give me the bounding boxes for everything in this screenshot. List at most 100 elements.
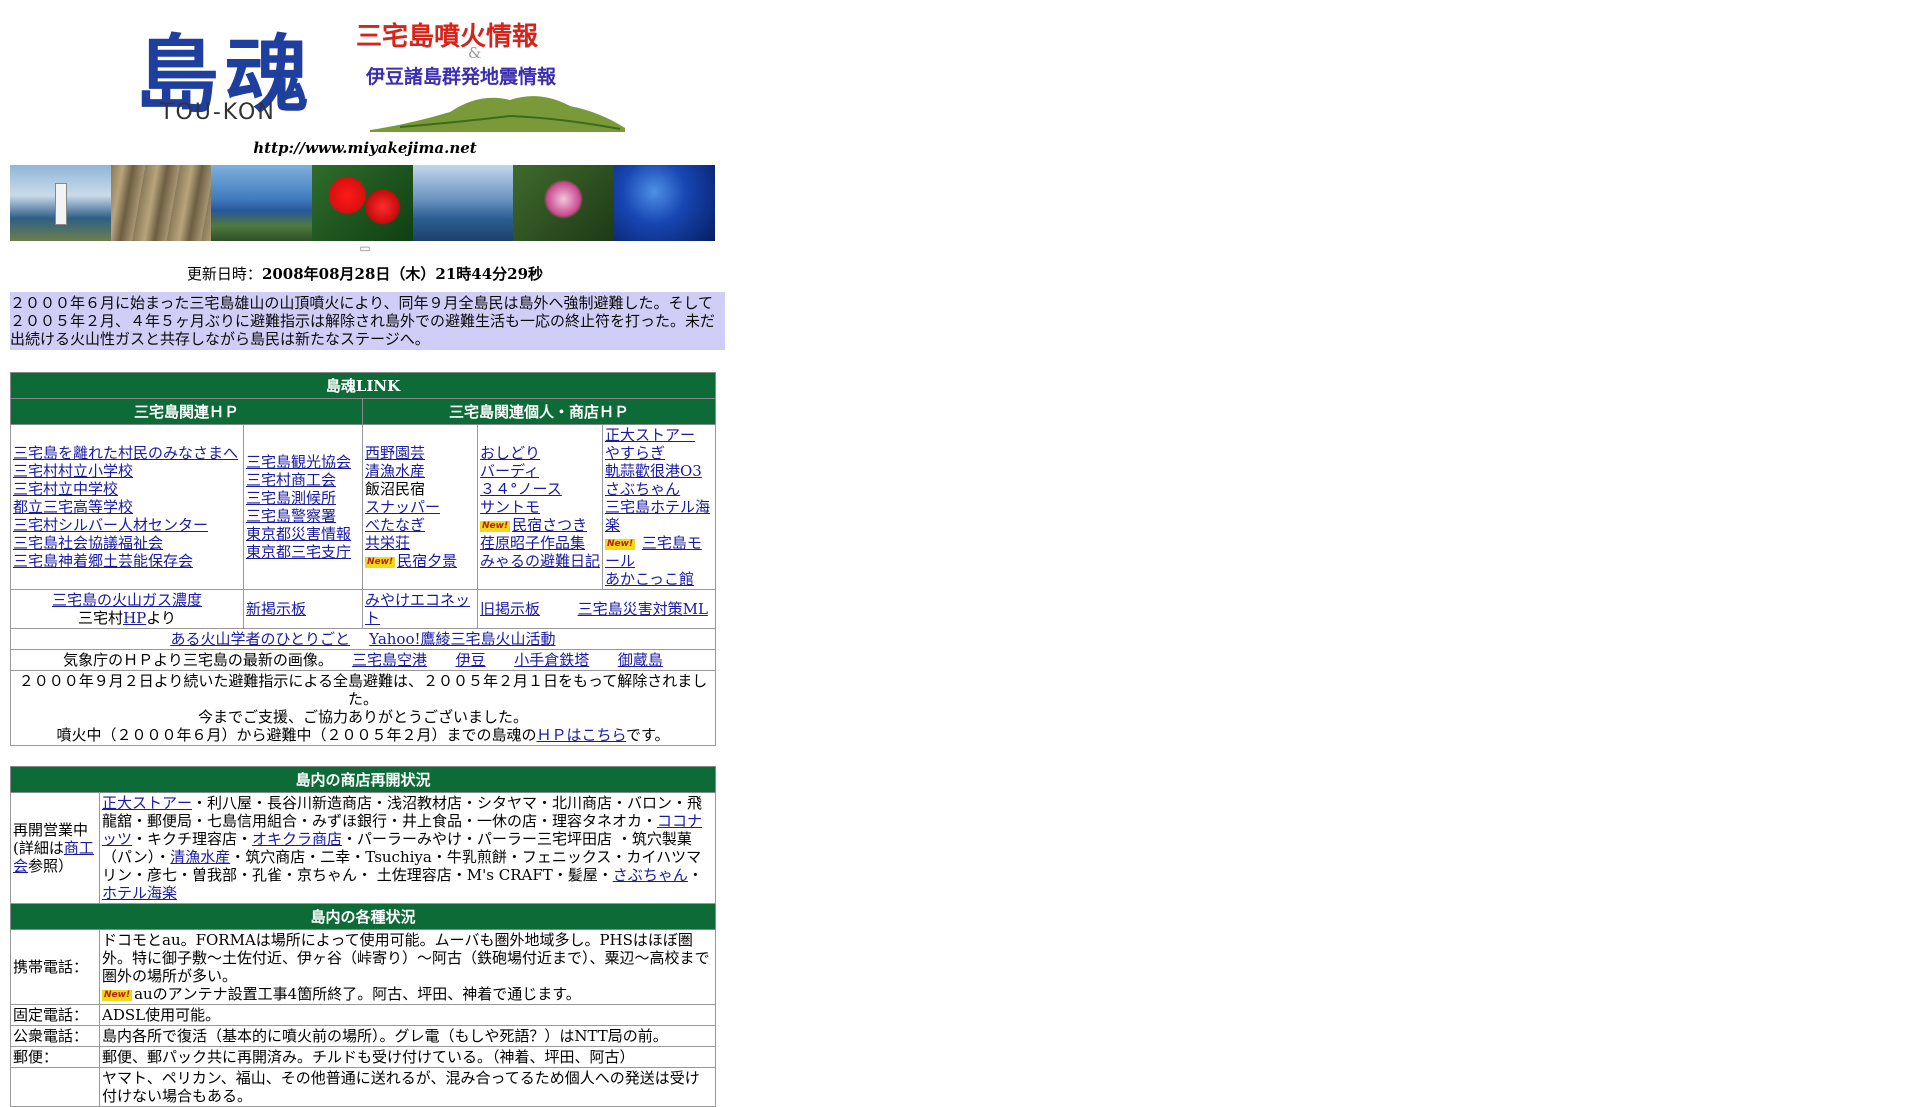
link-folk-arts[interactable]: 三宅島神着郷土芸能保存会	[13, 552, 193, 570]
link-village-hp[interactable]: HP	[123, 609, 146, 627]
link-kyoeiso[interactable]: 共栄荘	[365, 534, 410, 552]
notice-line-2: 今までご支援、ご協力ありがとうございました。	[197, 708, 528, 726]
link-tokyo-disaster[interactable]: 東京都災害情報	[246, 525, 351, 543]
link-shop-sabuchan[interactable]: さぶちゃん	[613, 866, 688, 884]
site-url: http://www.miyakejima.net	[253, 139, 477, 157]
link-table: 島魂LINK 三宅島関連ＨＰ 三宅島関連個人・商店ＨＰ 三宅島を離れた村民のみな…	[10, 372, 716, 746]
link-junior-high[interactable]: 三宅村立中学校	[13, 480, 118, 498]
link-old-hp[interactable]: ＨＰはこちら	[536, 726, 626, 744]
link-cam-airport[interactable]: 三宅島空港	[352, 651, 427, 669]
link-ebara-works[interactable]: 荏原昭子作品集	[480, 534, 585, 552]
link-birdy[interactable]: バーディ	[480, 462, 539, 480]
link-betanagi[interactable]: べたなぎ	[365, 516, 425, 534]
link-cam-mikurajima[interactable]: 御蔵島	[618, 651, 663, 669]
island-silhouette-icon	[370, 96, 625, 132]
status-label-mail: 郵便：	[10, 1046, 100, 1068]
link-commerce[interactable]: 三宅村商工会	[246, 471, 336, 489]
status-payphone: 島内各所で復活（基本的に噴火前の場所）。グレ電（もしや死語？）はNTT局の前。	[99, 1025, 716, 1047]
link-seidai-store[interactable]: 正大ストアー	[605, 426, 695, 444]
link-disaster-ml[interactable]: 三宅島災害対策ML	[578, 600, 708, 618]
notice-line-3-pre: 噴火中（２０００年６月）から避難中（２００５年２月）までの島魂の	[56, 726, 537, 744]
link-elementary-school[interactable]: 三宅村村立小学校	[13, 462, 133, 480]
link-oshidori[interactable]: おしどり	[480, 444, 540, 462]
intro-text: ２０００年６月に始まった三宅島雄山の山頂噴火により、同年９月全島民は島外へ強制避…	[10, 292, 725, 350]
shops-text-5: ・	[687, 866, 703, 884]
link-table-title: 島魂LINK	[10, 372, 716, 399]
link-snapper[interactable]: スナッパー	[365, 498, 440, 516]
new-badge-icon: New!	[365, 556, 396, 568]
text-iinuma-minshuku: 飯沼民宿	[365, 480, 426, 498]
gas-cell: 三宅島の火山ガス濃度 三宅村HPより	[10, 589, 244, 629]
gas-source-prefix: 三宅村	[78, 609, 124, 627]
status-label-payphone: 公衆電話：	[10, 1025, 100, 1047]
logo-eruption-title: 三宅島噴火情報	[356, 22, 539, 52]
updated-label: 更新日時：	[186, 265, 262, 283]
link-police[interactable]: 三宅島警察署	[246, 507, 336, 525]
link-nishino-garden[interactable]: 西野園芸	[365, 444, 425, 462]
status-label-delivery	[10, 1067, 100, 1107]
shops-header: 島内の商店再開状況	[10, 766, 716, 793]
link-garbled-shop[interactable]: 軌蒜歡很港O3	[605, 462, 702, 480]
underwater-photo	[614, 165, 715, 241]
link-col-4: おしどり バーディ ３４°ノース サントモ New! 民宿さつき 荏原昭子作品集 …	[477, 424, 603, 590]
link-sabuchan[interactable]: さぶちゃん	[605, 480, 680, 498]
link-yasuragi[interactable]: やすらぎ	[605, 444, 665, 462]
link-col-1: 三宅島を離れた村民のみなさまへ 三宅村村立小学校 三宅村立中学校 都立三宅高等学…	[10, 424, 244, 590]
last-updated: 更新日時：2008年08月28日（木）21時44分29秒	[10, 263, 720, 284]
link-welfare[interactable]: 三宅島社会協議福祉会	[13, 534, 163, 552]
shops-text-2: ・キクチ理容店・	[132, 830, 253, 848]
link-hotel-kairaku[interactable]: 三宅島ホテル海楽	[605, 498, 710, 534]
photo-strip	[10, 165, 715, 241]
shops-list: 正大ストアー・利八屋・長谷川新造商店・浅沼教材店・シタヤマ・北川商店・バロン・飛…	[99, 792, 716, 904]
link-34north[interactable]: ３４°ノース	[480, 480, 562, 498]
link-minshuku-satsuki[interactable]: 民宿さつき	[512, 516, 587, 534]
page-content: 島魂 TOU-KON 三宅島噴火情報 & 伊豆諸島群発地震情報 http://w…	[10, 0, 725, 1107]
jma-text: 気象庁のＨＰより三宅島の最新の画像。	[63, 651, 333, 669]
link-seigyo-suisan[interactable]: 清漁水産	[365, 462, 425, 480]
link-santomo[interactable]: サントモ	[480, 498, 540, 516]
new-badge-icon: New!	[102, 989, 133, 1001]
link-cam-izu[interactable]: 伊豆	[456, 651, 486, 669]
ecoenet-cell: みやけエコネット	[362, 589, 478, 629]
link-shop-hotel-kairaku[interactable]: ホテル海楽	[102, 884, 177, 902]
link-silver-center[interactable]: 三宅村シルバー人材センター	[13, 516, 208, 534]
logo-romaji: TOU-KON	[160, 100, 276, 125]
link-ecoenet[interactable]: みやけエコネット	[365, 591, 470, 627]
link-tokyo-branch[interactable]: 東京都三宅支庁	[246, 543, 351, 561]
island-status-table: 島内の商店再開状況 再開営業中(詳細は商工会参照） 正大ストアー・利八屋・長谷川…	[10, 766, 716, 1107]
related-hp-header: 三宅島関連ＨＰ	[10, 398, 363, 425]
link-myaru-diary[interactable]: みゃるの避難日記	[480, 552, 600, 570]
link-gas-concentration[interactable]: 三宅島の火山ガス濃度	[52, 591, 202, 609]
notice-line-3-post: です。	[626, 726, 670, 744]
link-evacuee-message[interactable]: 三宅島を離れた村民のみなさまへ	[13, 444, 238, 462]
new-badge-icon: New!	[480, 520, 511, 532]
link-weather-station[interactable]: 三宅島測候所	[246, 489, 336, 507]
link-shop-seigyo[interactable]: 清漁水産	[170, 848, 230, 866]
new-badge-icon: New!	[605, 538, 636, 550]
personal-shop-hp-header: 三宅島関連個人・商店ＨＰ	[362, 398, 716, 425]
status-label-mobile: 携帯電話：	[10, 929, 100, 1005]
link-volcano-scientist[interactable]: ある火山学者のひとりごと	[170, 630, 350, 648]
link-cam-kotekura[interactable]: 小手倉鉄塔	[514, 651, 589, 669]
shops-text-1: ・利八屋・長谷川新造商店・浅沼教材店・シタヤマ・北川商店・バロン・飛龍舘・郵便局…	[102, 794, 703, 830]
evacuation-notice: ２０００年９月２日より続いた避難指示による全島避難は、２００５年２月１日をもって…	[10, 670, 716, 746]
link-old-bbs[interactable]: 旧掲示板	[480, 600, 540, 618]
lily-photo	[513, 165, 615, 241]
link-shop-seidai[interactable]: 正大ストアー	[102, 794, 192, 812]
island-photo	[412, 165, 514, 241]
link-akakokko-kan[interactable]: あかこっこ館	[605, 570, 694, 588]
shops-label-post: 参照）	[28, 857, 74, 875]
site-logo[interactable]: 島魂 TOU-KON 三宅島噴火情報 & 伊豆諸島群発地震情報	[10, 0, 720, 140]
status-mail: 郵便、郵パック共に再開済み。チルドも受け付けている。（神着、坪田、阿古）	[99, 1046, 716, 1068]
link-shop-okikura[interactable]: オキクラ商店	[252, 830, 342, 848]
volcano-links-row: ある火山学者のひとりごと Yahoo!鷹綾三宅島火山活動	[10, 628, 716, 650]
status-header: 島内の各種状況	[10, 903, 716, 930]
bbs-ml-cell: 旧掲示板 三宅島災害対策ML	[477, 589, 716, 629]
status-mobile-text: ドコモとau。FORMAは場所によって使用可能。ムーバも圏外地域多し。PHSはほ…	[102, 931, 710, 985]
link-new-bbs[interactable]: 新掲示板	[246, 600, 306, 618]
link-minshuku-yukei[interactable]: 民宿夕景	[397, 552, 457, 570]
link-yahoo-volcano[interactable]: Yahoo!鷹綾三宅島火山活動	[369, 630, 555, 648]
status-landline: ADSL使用可能。	[99, 1004, 716, 1026]
link-tourism[interactable]: 三宅島観光協会	[246, 453, 351, 471]
link-high-school[interactable]: 都立三宅高等学校	[13, 498, 133, 516]
